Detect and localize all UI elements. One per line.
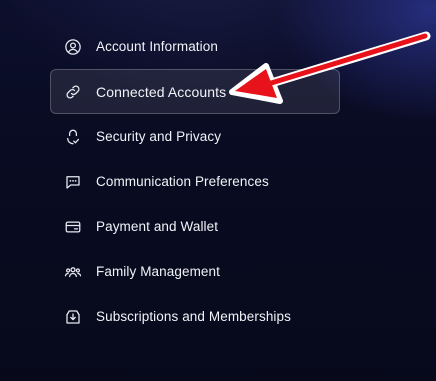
menu-item-communication-preferences[interactable]: Communication Preferences — [50, 159, 340, 204]
menu-item-label: Communication Preferences — [96, 174, 269, 189]
menu-item-payment-and-wallet[interactable]: Payment and Wallet — [50, 204, 340, 249]
download-tray-icon — [64, 308, 82, 326]
users-icon — [64, 263, 82, 281]
menu-item-label: Account Information — [96, 39, 218, 54]
user-circle-icon — [64, 38, 82, 56]
chat-icon — [64, 173, 82, 191]
menu-item-label: Payment and Wallet — [96, 219, 219, 234]
menu-item-family-management[interactable]: Family Management — [50, 249, 340, 294]
credit-card-icon — [64, 218, 82, 236]
menu-item-label: Subscriptions and Memberships — [96, 309, 291, 324]
settings-menu: Account Information Connected Accounts S… — [50, 24, 340, 339]
menu-item-label: Family Management — [96, 264, 220, 279]
menu-item-connected-accounts[interactable]: Connected Accounts — [50, 69, 340, 114]
menu-item-label: Security and Privacy — [96, 129, 222, 144]
shield-check-icon — [64, 128, 82, 146]
menu-item-subscriptions-and-memberships[interactable]: Subscriptions and Memberships — [50, 294, 340, 339]
link-icon — [64, 83, 82, 101]
menu-item-security-and-privacy[interactable]: Security and Privacy — [50, 114, 340, 159]
menu-item-label: Connected Accounts — [96, 83, 227, 100]
menu-item-account-information[interactable]: Account Information — [50, 24, 340, 69]
